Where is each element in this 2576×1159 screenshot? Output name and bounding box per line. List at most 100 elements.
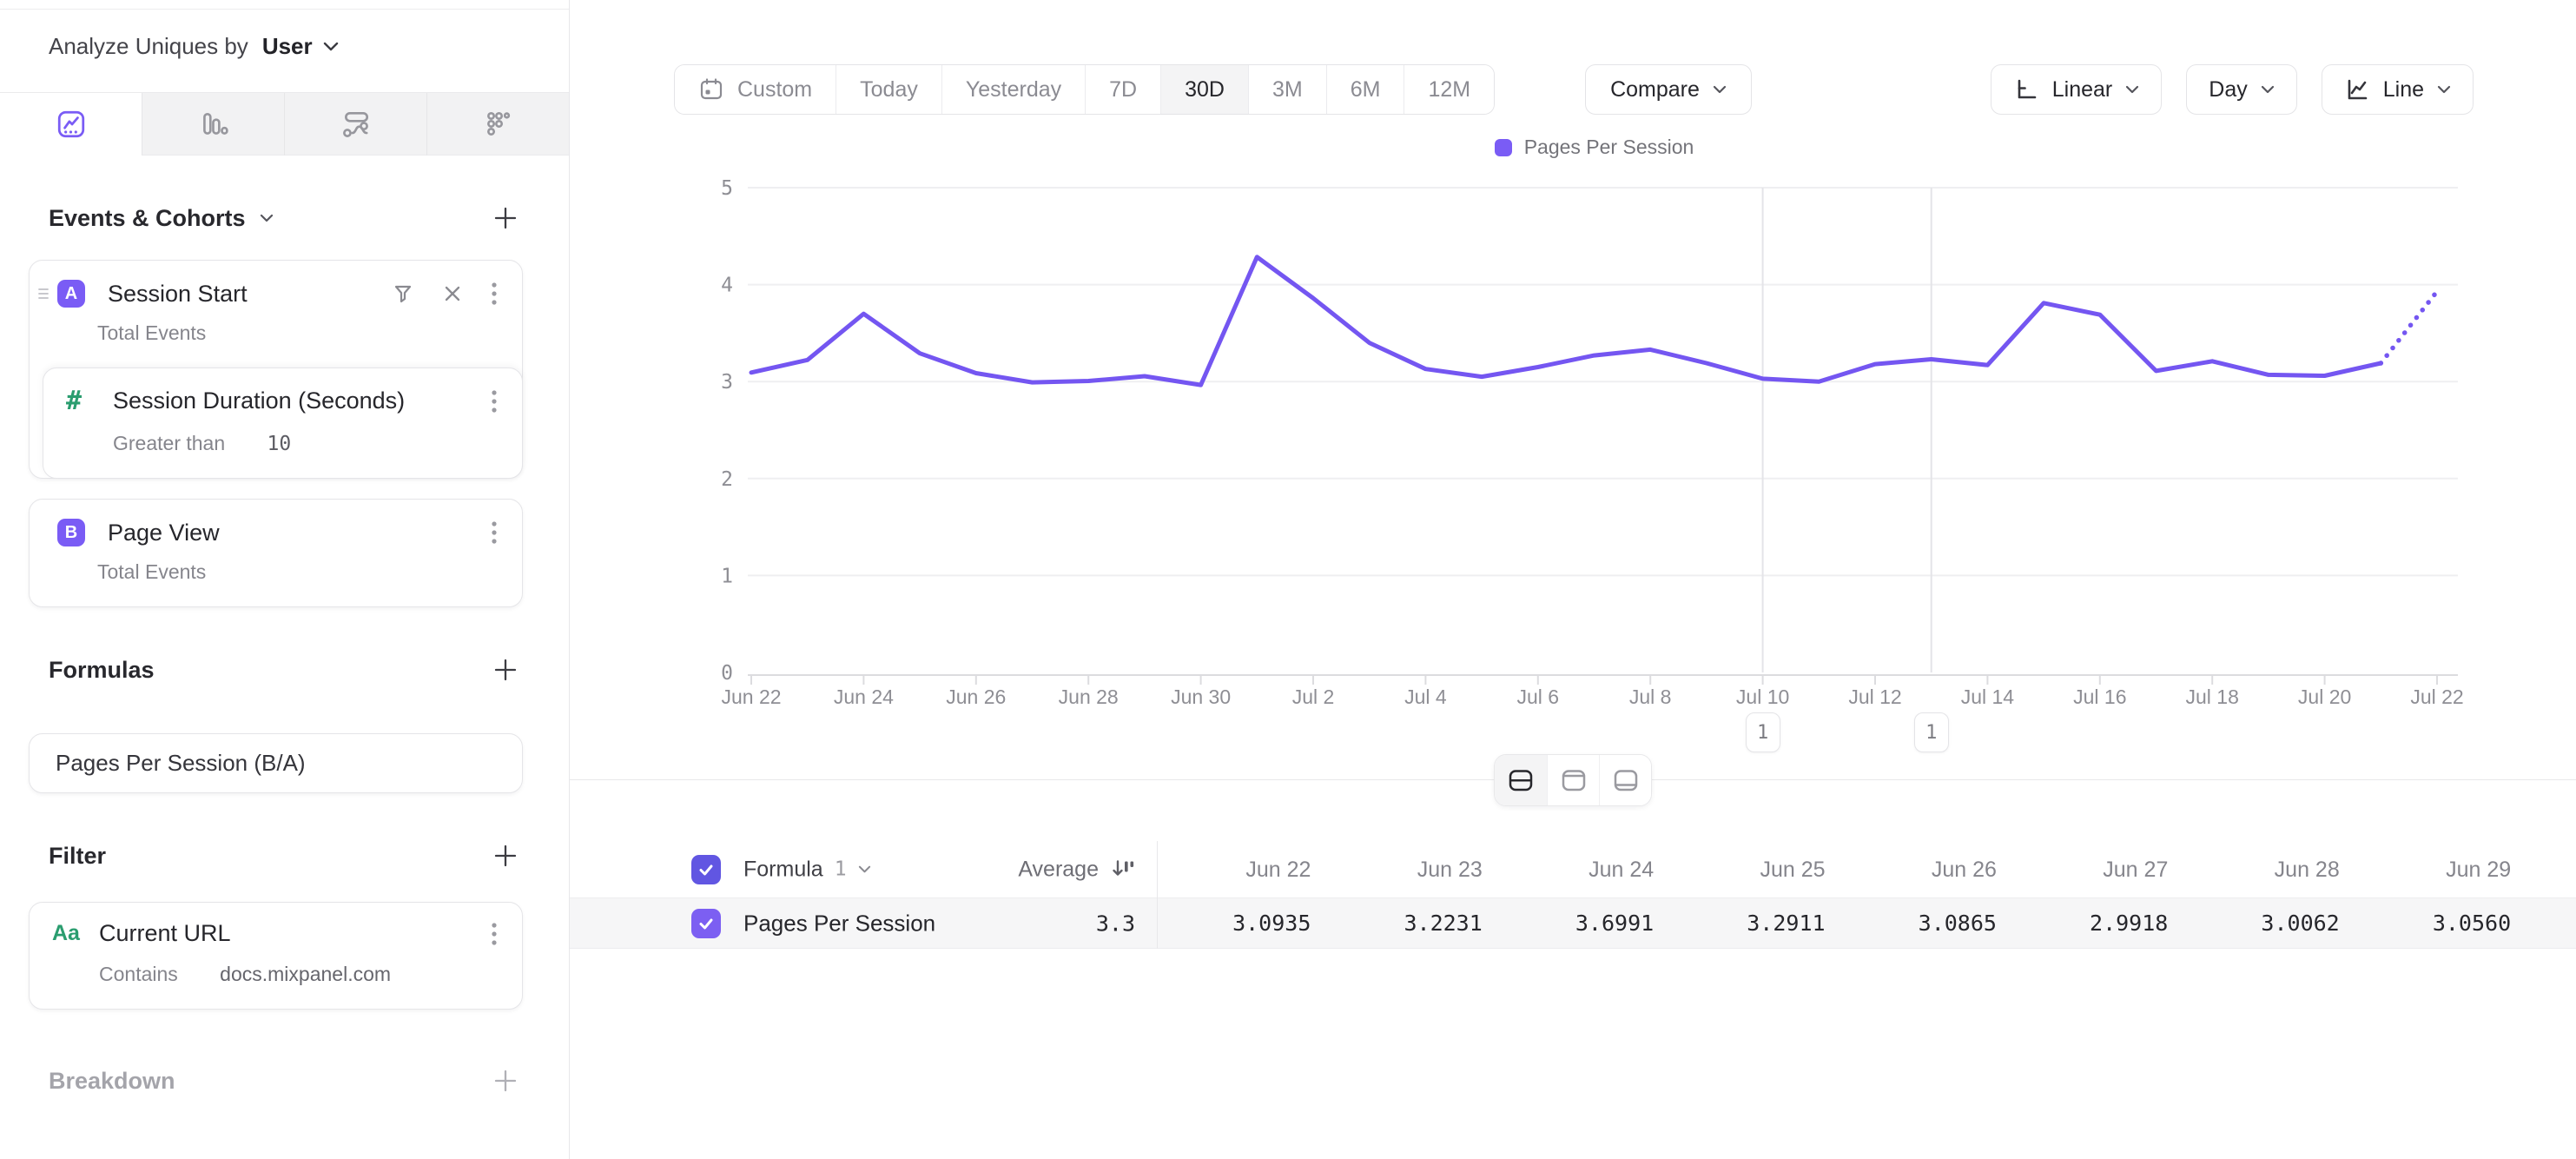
property-filter-operator-row: Greater than 10 [43, 416, 522, 478]
add-formula-button[interactable] [492, 657, 519, 683]
x-axis-tick-label: Jul 22 [2410, 685, 2463, 708]
property-filter-menu-button[interactable] [491, 389, 498, 414]
date-column-header[interactable]: Jun 28 [2168, 841, 2339, 898]
tab-bar-chart[interactable] [142, 93, 284, 156]
query-builder-sidebar: Analyze Uniques by User [0, 0, 570, 1159]
event-a-menu-button[interactable] [491, 281, 498, 306]
event-b-measurement[interactable]: Total Events [30, 546, 522, 606]
event-a-measurement[interactable]: Total Events [30, 308, 522, 366]
tab-flow[interactable] [284, 93, 426, 156]
remove-event-button[interactable] [442, 283, 463, 304]
event-a-name[interactable]: Session Start [108, 281, 392, 308]
filter-card[interactable]: Aa Current URL Contains docs.mixpanel.co… [29, 902, 523, 1010]
line-chart[interactable]: 012345Jun 22Jun 24Jun 26Jun 28Jun 30Jul … [570, 0, 2576, 756]
x-axis-tick-label: Jul 20 [2298, 685, 2351, 708]
filter-operator-label[interactable]: Contains [99, 963, 178, 985]
table-only-view-icon [1613, 769, 1639, 792]
table-date-column: Jun 263.0865 [1826, 841, 1997, 949]
event-b-menu-button[interactable] [491, 520, 498, 545]
date-column-header[interactable]: Jun 26 [1826, 841, 1997, 898]
x-axis-tick-label: Jun 26 [946, 685, 1006, 708]
date-column-value: 3.0062 [2168, 898, 2339, 949]
plus-icon [492, 657, 519, 683]
y-axis-tick-label: 1 [721, 565, 733, 587]
analyze-row: Analyze Uniques by User [0, 0, 569, 92]
average-column-header[interactable]: Average [1018, 857, 1135, 882]
formulas-title: Formulas [49, 657, 155, 684]
line-chart-icon [56, 109, 87, 140]
date-column-header[interactable]: Jun 23 [1311, 841, 1482, 898]
property-filter-title-row: # Session Duration (Seconds) [43, 368, 522, 416]
view-chart-only-button[interactable] [1547, 755, 1599, 805]
table-date-columns: Jun 223.0935Jun 233.2231Jun 243.6991Jun … [1139, 841, 2511, 949]
table-date-column: Jun 223.0935 [1139, 841, 1311, 949]
visualization-tabs [0, 92, 569, 156]
tab-retention[interactable] [426, 93, 569, 156]
property-filter-name[interactable]: Session Duration (Seconds) [113, 387, 491, 414]
events-cohorts-title: Events & Cohorts [49, 205, 274, 232]
filter-event-button[interactable] [392, 282, 414, 305]
event-card-b[interactable]: B Page View Total Events [29, 499, 523, 607]
breakdown-section-header: Breakdown [0, 1056, 569, 1105]
row-average-value: 3.3 [1096, 911, 1135, 936]
date-column-value: 3.0865 [1826, 898, 1997, 949]
split-view-icon [1508, 769, 1534, 792]
property-filter-card[interactable]: # Session Duration (Seconds) Greater tha… [43, 368, 523, 479]
filter-property-name[interactable]: Current URL [99, 920, 491, 947]
row-checkbox[interactable] [691, 909, 721, 938]
drag-handle-icon[interactable] [36, 287, 50, 301]
date-column-header[interactable]: Jun 29 [2340, 841, 2511, 898]
formulas-section-header: Formulas [0, 646, 569, 694]
table-date-column: Jun 272.9918 [1997, 841, 2168, 949]
close-icon [442, 283, 463, 304]
view-table-only-button[interactable] [1599, 755, 1651, 805]
analyze-uniques-label: Analyze Uniques by [49, 33, 248, 60]
filter-title: Filter [49, 843, 106, 870]
add-event-button[interactable] [492, 205, 519, 231]
annotation-chip[interactable]: 1 [1746, 712, 1780, 752]
add-filter-button[interactable] [492, 843, 519, 869]
x-axis-tick-label: Jul 8 [1629, 685, 1672, 708]
events-cohorts-section-header: Events & Cohorts [0, 194, 569, 242]
flow-icon [340, 109, 372, 140]
kebab-menu-icon [491, 520, 498, 545]
date-column-header[interactable]: Jun 22 [1139, 841, 1311, 898]
filter-operator-value[interactable]: docs.mixpanel.com [220, 963, 391, 985]
operator-label[interactable]: Greater than [113, 432, 225, 454]
formula-card[interactable]: Pages Per Session (B/A) [29, 733, 523, 793]
funnel-filter-icon [392, 282, 414, 305]
analyze-entity-dropdown[interactable]: User [262, 33, 339, 60]
operator-value[interactable]: 10 [268, 433, 292, 455]
events-cohorts-label: Events & Cohorts [49, 205, 246, 232]
event-card-a[interactable]: A Session Start Total Events [29, 260, 523, 479]
x-axis-tick-label: Jul 2 [1292, 685, 1335, 708]
date-column-header[interactable]: Jun 25 [1654, 841, 1825, 898]
plus-icon [492, 843, 519, 869]
row-series-name: Pages Per Session [743, 910, 935, 937]
date-column-value: 3.2231 [1311, 898, 1482, 949]
filter-operator-row: Contains docs.mixpanel.com [30, 947, 522, 1009]
date-column-value: 3.0560 [2340, 898, 2511, 949]
date-column-value: 3.0935 [1139, 898, 1311, 949]
y-axis-tick-label: 4 [721, 275, 733, 297]
annotation-chip[interactable]: 1 [1914, 712, 1949, 752]
series-line[interactable] [751, 257, 2381, 385]
date-column-header[interactable]: Jun 24 [1483, 841, 1654, 898]
date-column-header[interactable]: Jun 27 [1997, 841, 2168, 898]
event-letter-badge: B [57, 519, 85, 546]
table-date-column: Jun 293.0560 [2340, 841, 2511, 949]
filter-menu-button[interactable] [491, 922, 498, 946]
table-date-column: Jun 233.2231 [1311, 841, 1482, 949]
tab-line-chart[interactable] [0, 93, 142, 156]
chevron-down-icon[interactable] [260, 214, 274, 222]
plus-icon [492, 1068, 519, 1094]
x-axis-tick-label: Jun 30 [1171, 685, 1231, 708]
event-b-name[interactable]: Page View [108, 520, 491, 546]
x-axis-tick-label: Jun 28 [1059, 685, 1119, 708]
view-split-button[interactable] [1495, 755, 1547, 805]
analyze-entity-value: User [262, 33, 313, 60]
formula-column-header[interactable]: Formula 1 [743, 857, 871, 882]
select-all-checkbox[interactable] [691, 855, 721, 884]
formula-header-label: Formula [743, 857, 823, 882]
add-breakdown-button[interactable] [492, 1068, 519, 1094]
